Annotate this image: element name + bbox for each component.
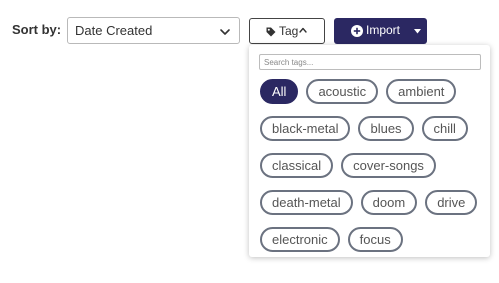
import-button[interactable]: Import [334,18,427,44]
chevron-up-icon [299,27,307,33]
tag-button-label: Tag [279,24,299,38]
tag-pill-drive[interactable]: drive [425,190,478,215]
sort-select-value: Date Created [75,23,153,38]
sort-by-label: Sort by: [12,22,62,37]
tag-filter-button[interactable]: Tag [249,18,325,44]
tag-pill-classical[interactable]: classical [260,153,334,178]
chevron-down-icon [220,29,230,35]
tag-search-input[interactable] [259,54,481,70]
tag-list: All acoustic ambient black-metal blues c… [260,79,486,252]
tag-pill-death-metal[interactable]: death-metal [260,190,353,215]
tag-pill-chill[interactable]: chill [421,116,468,141]
tag-pill-acoustic[interactable]: acoustic [306,79,379,104]
tag-pill-ambient[interactable]: ambient [386,79,457,104]
sort-select[interactable]: Date Created [67,17,240,44]
tag-pill-focus[interactable]: focus [347,227,403,252]
plus-circle-icon [351,25,363,37]
tag-pill-black-metal[interactable]: black-metal [260,116,351,141]
import-button-label: Import [366,23,401,37]
tag-pill-doom[interactable]: doom [360,190,418,215]
tag-pill-electronic[interactable]: electronic [260,227,340,252]
tag-dropdown: All acoustic ambient black-metal blues c… [249,45,490,257]
tag-pill-blues[interactable]: blues [358,116,414,141]
tag-icon [266,27,276,37]
tag-pill-cover-songs[interactable]: cover-songs [341,153,436,178]
tag-pill-all[interactable]: All [260,79,299,104]
caret-down-icon [414,29,421,34]
